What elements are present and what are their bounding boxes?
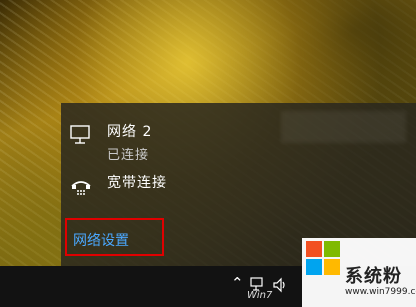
network-item-broadband[interactable]: 宽带连接 bbox=[61, 163, 416, 211]
brand-url: www.win7999.com bbox=[345, 287, 416, 297]
brand-name: 系统粉 bbox=[345, 266, 402, 287]
network-settings-highlight: 网络设置 bbox=[65, 218, 164, 256]
network-item-ethernet[interactable]: 网络 2 已连接 bbox=[61, 111, 416, 163]
volume-icon[interactable] bbox=[272, 277, 288, 293]
network-status: 已连接 bbox=[107, 148, 150, 163]
ethernet-icon bbox=[70, 125, 90, 144]
windows-logo-icon bbox=[306, 241, 342, 277]
network-name: 网络 2 bbox=[107, 124, 153, 140]
network-name: 宽带连接 bbox=[107, 175, 167, 191]
watermark-text: Win7 bbox=[247, 290, 273, 301]
dialup-icon bbox=[71, 181, 91, 195]
chevron-up-icon[interactable]: ⌃ bbox=[231, 274, 244, 292]
network-settings-link[interactable]: 网络设置 bbox=[73, 230, 129, 250]
